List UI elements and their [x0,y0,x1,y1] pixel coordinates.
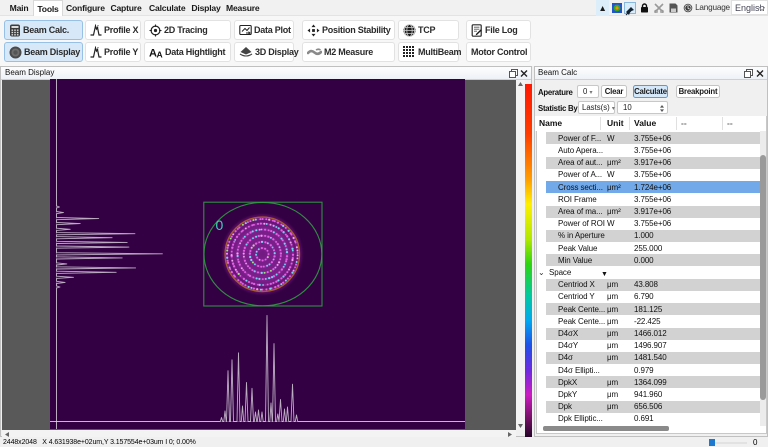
svg-text:0: 0 [216,217,224,233]
